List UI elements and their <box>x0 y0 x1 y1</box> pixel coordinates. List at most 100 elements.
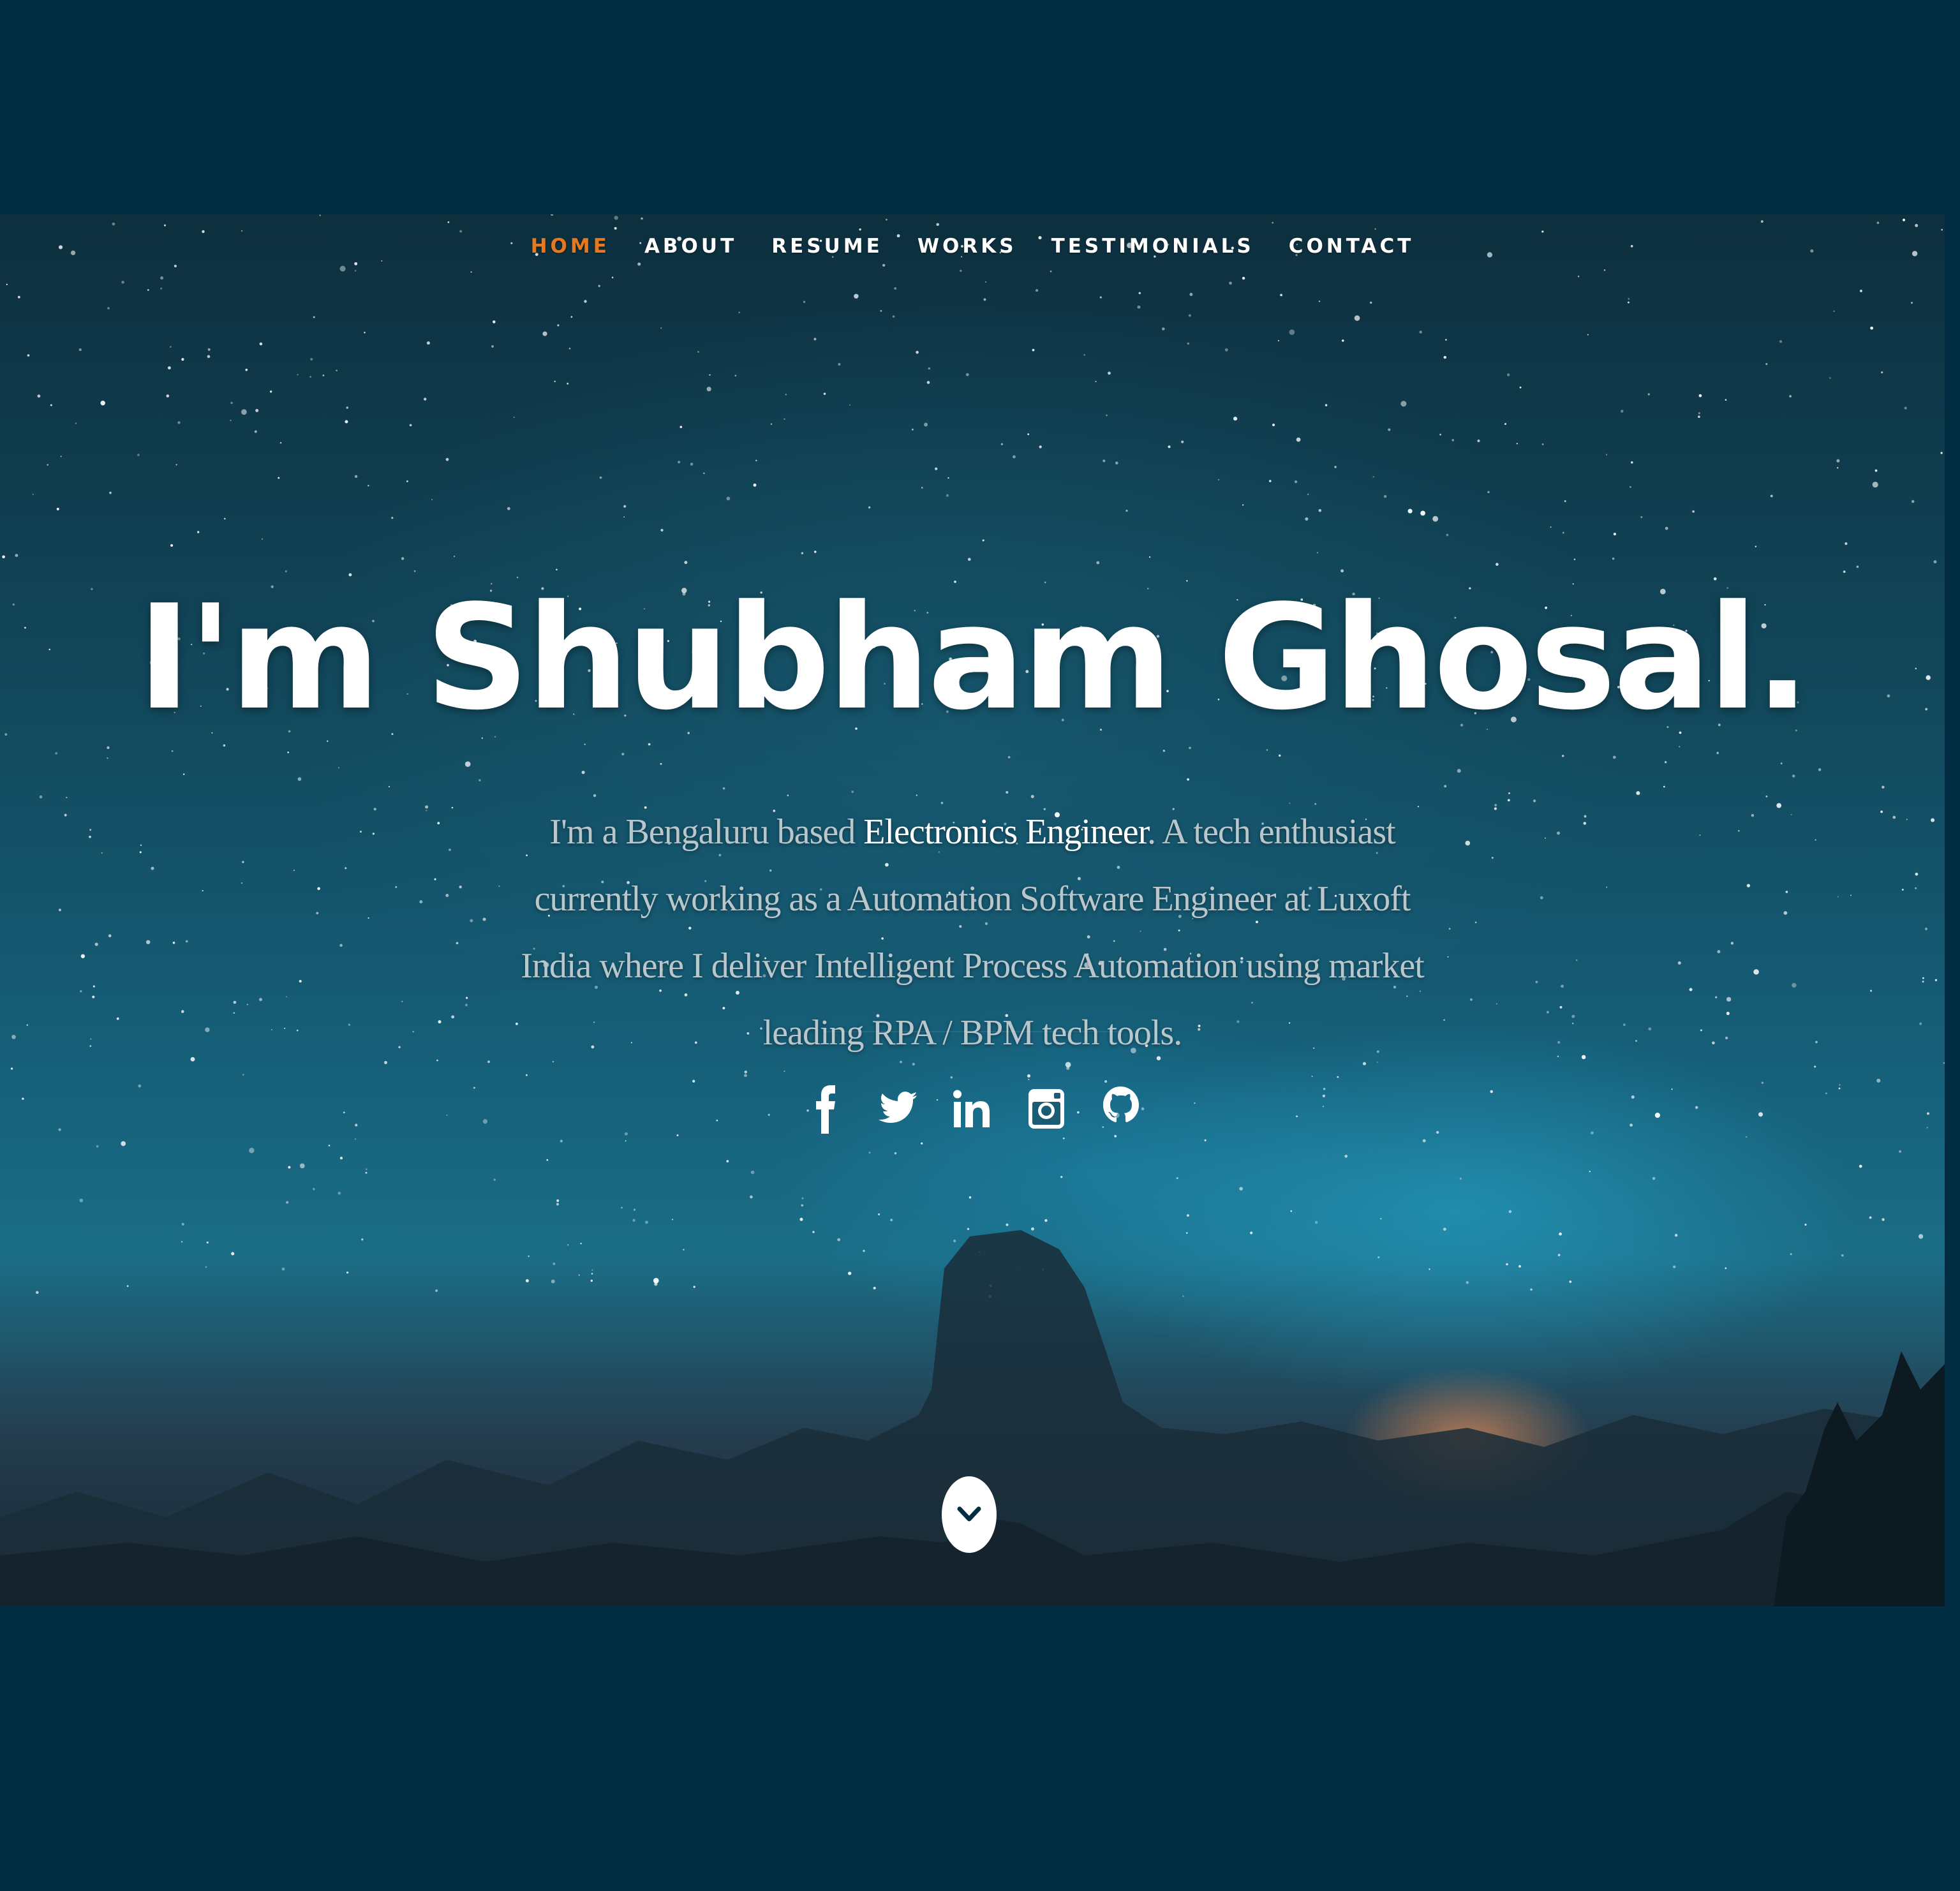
star <box>391 517 394 519</box>
star <box>147 289 149 291</box>
star <box>108 934 112 938</box>
star <box>1161 327 1165 330</box>
star <box>1407 508 1413 514</box>
star <box>838 362 841 366</box>
star <box>1765 796 1768 797</box>
star <box>1451 439 1454 441</box>
star <box>80 954 85 958</box>
linkedin-icon <box>953 1090 990 1127</box>
star <box>90 1038 92 1040</box>
github-link[interactable] <box>1099 1078 1141 1136</box>
star <box>1344 1155 1348 1158</box>
star <box>1541 230 1544 233</box>
star <box>465 997 468 999</box>
star <box>744 1071 748 1074</box>
star <box>722 787 725 790</box>
star <box>425 805 429 809</box>
star <box>1496 1003 1497 1005</box>
star <box>259 342 263 346</box>
scroll-down-button[interactable] <box>942 1476 997 1553</box>
nav-contact-link[interactable]: CONTACT <box>1289 235 1414 258</box>
star <box>1546 1011 1549 1014</box>
star <box>438 1020 442 1024</box>
star <box>1829 377 1831 379</box>
star <box>1622 1023 1626 1027</box>
nav-works-link[interactable]: WORKS <box>917 235 1017 258</box>
star <box>1013 455 1016 459</box>
star <box>1904 406 1907 410</box>
star <box>1325 404 1328 406</box>
nav-testimonials-link[interactable]: TESTIMONIALS <box>1051 235 1254 258</box>
star <box>1571 1022 1574 1025</box>
star <box>697 351 699 353</box>
star <box>6 283 8 285</box>
star <box>787 794 789 796</box>
star <box>753 483 757 487</box>
star <box>175 464 177 466</box>
star <box>15 554 19 557</box>
star <box>116 1017 119 1020</box>
star <box>1583 822 1587 825</box>
nav-resume-link[interactable]: RESUME <box>771 235 883 258</box>
star <box>1712 1041 1715 1045</box>
star <box>1717 950 1721 954</box>
star <box>93 985 95 988</box>
star <box>854 293 859 299</box>
star <box>1420 510 1425 516</box>
star <box>894 1152 897 1155</box>
instagram-link[interactable] <box>1025 1078 1067 1136</box>
nav-about-link[interactable]: ABOUT <box>644 235 737 258</box>
star <box>581 771 585 775</box>
star <box>921 487 923 489</box>
star <box>1640 516 1643 519</box>
star <box>648 743 651 746</box>
star <box>1931 818 1935 822</box>
star <box>92 995 95 998</box>
star <box>1911 500 1915 503</box>
star <box>1785 891 1788 893</box>
star <box>1266 749 1268 751</box>
star <box>258 998 263 1002</box>
star <box>1474 921 1477 924</box>
star <box>286 996 288 998</box>
star <box>1870 990 1872 992</box>
nav-home-link[interactable]: HOME <box>531 235 610 258</box>
star <box>738 311 741 314</box>
star <box>1496 563 1499 566</box>
star <box>924 422 928 427</box>
star <box>1792 983 1797 988</box>
star <box>1628 301 1630 304</box>
star <box>279 441 282 444</box>
linkedin-link[interactable] <box>951 1078 993 1136</box>
star <box>803 300 806 303</box>
star <box>1934 979 1938 981</box>
star <box>1753 969 1759 975</box>
twitter-link[interactable] <box>877 1078 919 1136</box>
star <box>1587 334 1589 336</box>
star <box>1383 494 1387 498</box>
star <box>1751 813 1755 817</box>
star <box>78 348 82 352</box>
star <box>882 263 886 267</box>
star <box>785 394 787 396</box>
star <box>921 1142 923 1145</box>
star <box>1006 790 1009 794</box>
star <box>100 400 105 406</box>
facebook-link[interactable] <box>803 1078 845 1136</box>
star <box>1369 301 1372 304</box>
star <box>339 944 343 947</box>
star <box>1628 298 1630 300</box>
star <box>171 750 174 752</box>
facebook-icon <box>816 1085 835 1134</box>
star <box>1188 314 1191 317</box>
star <box>445 893 449 898</box>
star <box>868 506 871 509</box>
star <box>1603 269 1606 271</box>
star <box>1915 224 1919 227</box>
star <box>1443 355 1447 359</box>
star <box>328 1145 330 1146</box>
star <box>1564 500 1566 502</box>
star <box>1584 815 1587 818</box>
star <box>1922 977 1924 979</box>
star <box>245 368 248 371</box>
